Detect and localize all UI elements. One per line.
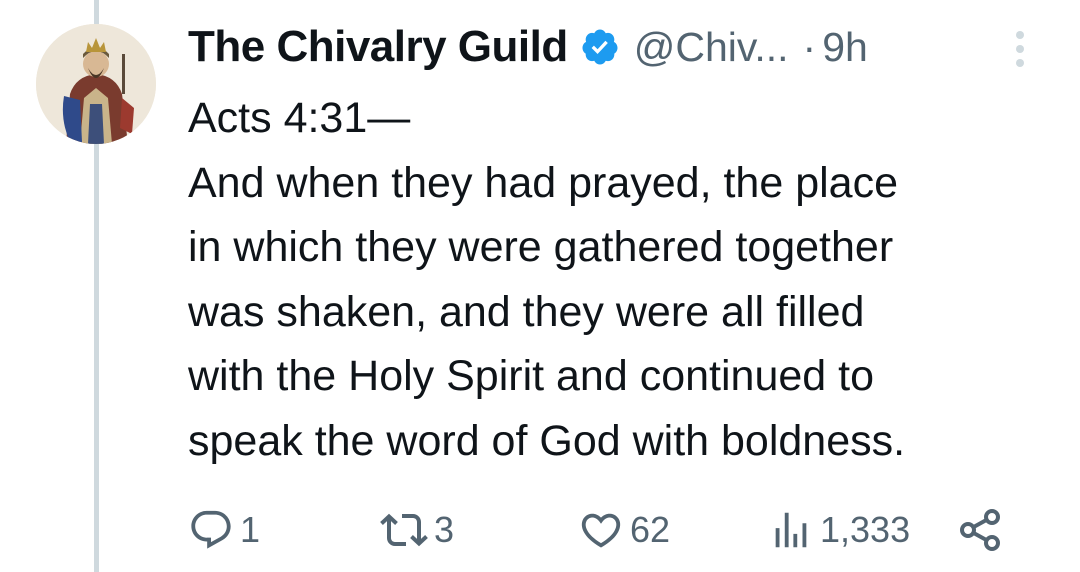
- separator-dot: ·: [802, 23, 817, 70]
- user-handle[interactable]: @Chiv...: [634, 24, 789, 71]
- heart-icon: [578, 507, 624, 553]
- views-icon: [768, 507, 814, 553]
- tweet-text-line: And when they had prayed, the place: [188, 158, 899, 207]
- tweet-text-line: speak the word of God with boldness.: [188, 416, 906, 465]
- share-icon: [956, 506, 1004, 554]
- views-button[interactable]: 1,333: [768, 506, 910, 554]
- more-options-icon[interactable]: [1012, 28, 1028, 70]
- tweet-text: Acts 4:31— And when they had prayed, the…: [188, 86, 1058, 473]
- tweet-header: The Chivalry Guild @Chiv... · 9h: [188, 22, 868, 72]
- repost-button[interactable]: 3: [380, 506, 454, 554]
- timestamp[interactable]: 9h: [822, 24, 868, 71]
- share-button[interactable]: [956, 506, 1004, 554]
- like-count: 62: [630, 509, 671, 550]
- tweet-text-line: with the Holy Spirit and continued to: [188, 352, 875, 400]
- avatar-knight-image: [36, 24, 156, 144]
- reply-button[interactable]: 1: [188, 506, 260, 554]
- display-name[interactable]: The Chivalry Guild: [188, 22, 568, 72]
- repost-icon: [380, 506, 428, 554]
- tweet-text-line: was shaken, and they were all filled: [188, 287, 865, 336]
- tweet-text-line: in which they were gathered together: [188, 223, 894, 271]
- action-bar: 1 3 62 1,333: [0, 506, 1080, 554]
- like-button[interactable]: 62: [578, 506, 670, 554]
- reply-count: 1: [240, 509, 261, 550]
- views-count: 1,333: [820, 509, 911, 550]
- reply-icon: [188, 507, 234, 553]
- verified-badge-icon: [580, 27, 620, 67]
- avatar[interactable]: [36, 24, 156, 144]
- repost-count: 3: [434, 509, 455, 550]
- tweet-text-line: Acts 4:31—: [188, 94, 411, 142]
